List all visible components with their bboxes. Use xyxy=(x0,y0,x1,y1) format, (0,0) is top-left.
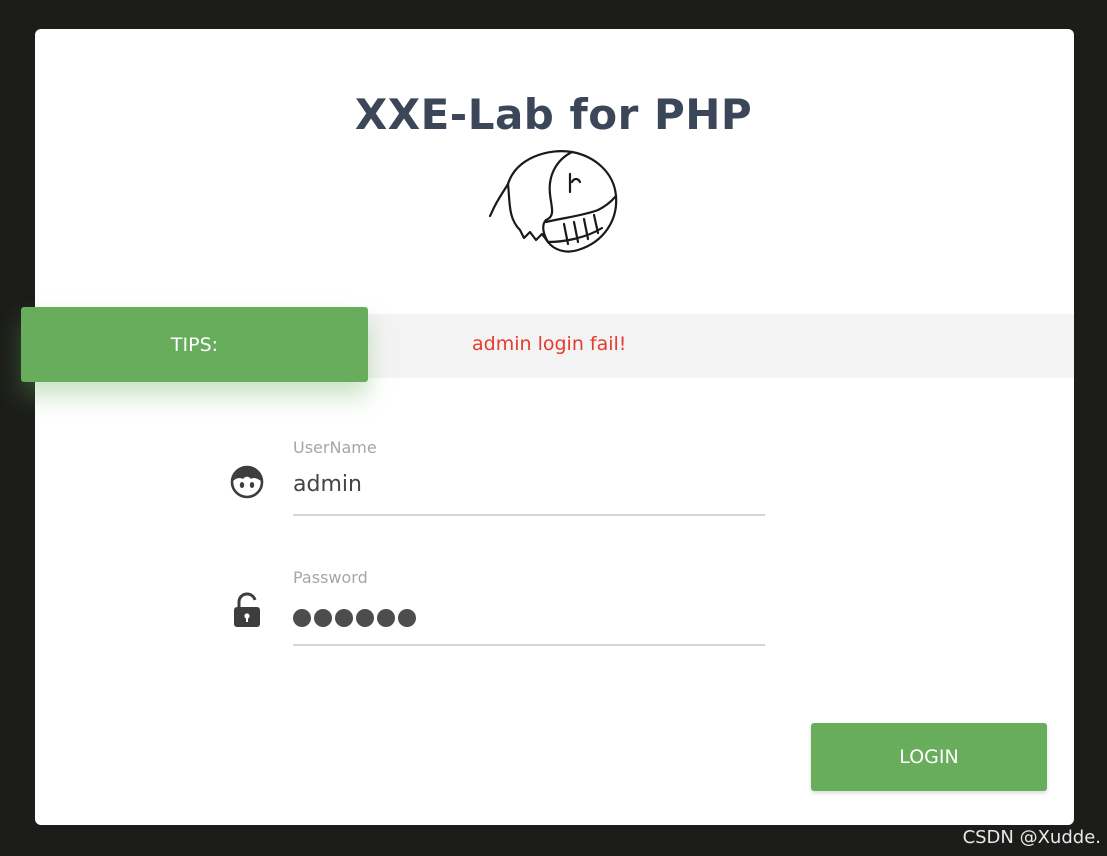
username-input[interactable]: admin xyxy=(293,472,765,497)
password-mask-dot xyxy=(293,609,311,627)
password-mask-dot xyxy=(377,609,395,627)
password-underline xyxy=(293,644,765,646)
password-mask-dot xyxy=(398,609,416,627)
login-button-label: LOGIN xyxy=(899,746,959,768)
password-input[interactable] xyxy=(293,605,416,631)
elephant-icon xyxy=(488,150,618,253)
login-button[interactable]: LOGIN xyxy=(811,723,1047,791)
login-page: XXE-Lab for PHP TIPS: admin login fail! … xyxy=(0,0,1107,856)
password-label: Password xyxy=(293,568,368,587)
username-underline xyxy=(293,514,765,516)
page-title: XXE-Lab for PHP xyxy=(354,90,753,139)
tips-label-text: TIPS: xyxy=(170,333,219,356)
username-label: UserName xyxy=(293,438,377,457)
password-mask-dot xyxy=(335,609,353,627)
user-face-icon xyxy=(230,465,264,499)
unlocked-padlock-icon xyxy=(234,592,260,627)
error-message: admin login fail! xyxy=(472,333,627,355)
password-mask-dot xyxy=(314,609,332,627)
watermark-text: CSDN @Xudde. xyxy=(962,827,1101,848)
tips-label: TIPS: xyxy=(21,307,368,382)
password-mask-dot xyxy=(356,609,374,627)
